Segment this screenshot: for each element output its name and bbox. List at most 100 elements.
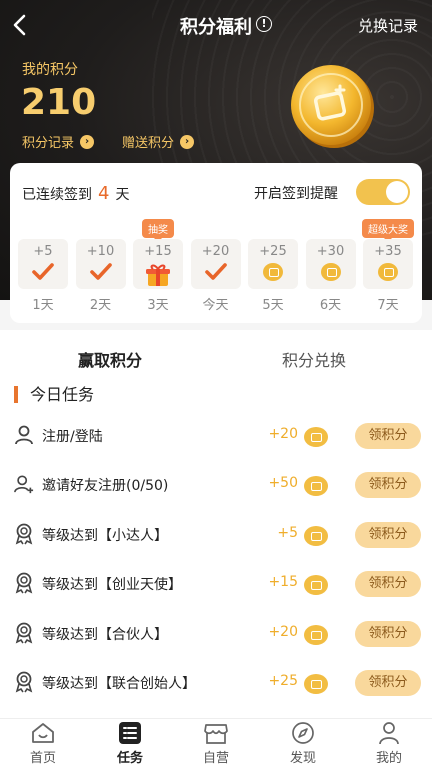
claim-points-button[interactable]: 领积分: [355, 521, 421, 548]
day-label: 3天: [147, 298, 169, 313]
sign-in-day[interactable]: 超级大奖 +35 7天: [362, 219, 414, 313]
claim-points-button[interactable]: 领积分: [355, 571, 421, 598]
task-name: 等级达到【合伙人】: [42, 626, 168, 643]
day-points: +20: [201, 244, 230, 259]
claim-points-button[interactable]: 领积分: [355, 423, 421, 449]
check-icon: [32, 263, 54, 280]
tasks-panel: 赢取积分 积分兑换 今日任务 注册/登陆 +20 领积分 邀请好友注册(0/50) +5…: [0, 330, 432, 718]
home-icon: [30, 721, 56, 745]
day-mark: [204, 263, 227, 285]
sign-in-card: 已连续签到 4 天 开启签到提醒 +5 1天 +10 2天 抽奖 +15 3天 +20 今天 +25 5…: [10, 163, 422, 323]
chevron-right-icon: ›: [180, 134, 195, 149]
tab-label: 发现: [289, 751, 316, 766]
task-points: +50: [268, 475, 298, 492]
day-label: 今天: [202, 298, 229, 313]
streak-suffix: 天: [115, 187, 130, 203]
sign-in-day[interactable]: 抽奖 +15 3天: [133, 219, 183, 313]
day-label: 6天: [319, 298, 342, 313]
add-user-icon: [14, 473, 34, 495]
tab-compass[interactable]: 发现: [273, 721, 333, 766]
task-name: 注册/登陆: [42, 429, 103, 445]
sign-in-day[interactable]: +5 1天: [18, 239, 68, 313]
task-row: 等级达到【小达人】 +5 领积分: [0, 515, 432, 555]
task-row: 等级达到【创业天使】 +15 领积分: [0, 564, 432, 604]
info-icon[interactable]: !: [256, 16, 272, 32]
task-name: 等级达到【小达人】: [42, 527, 168, 544]
day-box: +20: [190, 239, 241, 289]
points-records-label: 积分记录: [22, 136, 75, 151]
chevron-right-icon: ›: [80, 134, 95, 149]
sign-in-day[interactable]: +20 今天: [190, 239, 241, 313]
medal-icon: [14, 671, 34, 693]
toggle-knob: [386, 181, 408, 203]
day-mark: [263, 263, 283, 281]
day-box: +35: [363, 239, 413, 289]
sign-in-days: +5 1天 +10 2天 抽奖 +15 3天 +20 今天 +25 5天 +30 6天 超级大奖 +35 7天: [18, 219, 414, 319]
day-points: +25: [259, 244, 287, 259]
sign-in-day[interactable]: +10 2天: [75, 239, 126, 313]
profile-icon: [376, 721, 402, 745]
tab-label: 自营: [202, 751, 229, 766]
day-box: +30: [305, 239, 356, 289]
check-icon: [89, 263, 112, 280]
claim-points-button[interactable]: 领积分: [355, 620, 421, 647]
tab-store[interactable]: 自营: [186, 721, 246, 766]
claim-points-button[interactable]: 领积分: [355, 670, 421, 696]
nav-bar: 积分福利 ! 兑换记录: [0, 0, 432, 50]
day-label: 5天: [262, 298, 284, 313]
coin-icon: [304, 575, 328, 596]
medal-icon: [14, 622, 34, 644]
streak-text: 已连续签到 4 天: [22, 183, 129, 204]
task-points: +25: [268, 673, 298, 689]
day-box: +10: [75, 239, 126, 289]
points-records-link[interactable]: 积分记录 ›: [22, 132, 95, 151]
points-value: 210: [21, 82, 97, 123]
task-row: 等级达到【联合创始人】 +25 领积分: [0, 663, 432, 703]
medal-icon: [14, 572, 34, 594]
task-name: 等级达到【创业天使】: [42, 577, 182, 594]
tab-label: 我的: [375, 751, 402, 766]
gift-points-label: 赠送积分: [122, 136, 175, 151]
tab-label: 首页: [29, 751, 56, 766]
tab-earn-points[interactable]: 赢取积分: [73, 347, 147, 373]
store-icon: [203, 721, 229, 745]
tab-label: 任务: [116, 751, 143, 766]
day-mark: [89, 263, 112, 285]
task-name: 等级达到【联合创始人】: [42, 676, 196, 692]
points-label: 我的积分: [22, 62, 78, 78]
tab-profile[interactable]: 我的: [359, 721, 419, 766]
day-box: +25: [248, 239, 298, 289]
task-points: +20: [268, 426, 298, 442]
task-row: 邀请好友注册(0/50) +50 领积分: [0, 465, 432, 505]
claim-points-button[interactable]: 领积分: [355, 472, 421, 499]
gift-icon: [146, 264, 170, 286]
reminder-label: 开启签到提醒: [254, 186, 338, 202]
task-row: 等级达到【合伙人】 +20 领积分: [0, 614, 432, 654]
task-points: +15: [268, 574, 298, 591]
day-mark: [378, 263, 398, 281]
task-points: +20: [268, 623, 298, 640]
coin-icon: [304, 674, 328, 694]
gift-points-link[interactable]: 赠送积分 ›: [122, 132, 195, 151]
day-label: 2天: [89, 298, 112, 313]
day-points: +30: [316, 244, 345, 259]
section-title: 今日任务: [14, 386, 94, 403]
tab-points-exchange[interactable]: 积分兑换: [282, 347, 346, 371]
bottom-tab-bar: 首页 任务 自营 发现 我的: [0, 718, 432, 768]
coin-icon: [304, 525, 328, 546]
sign-in-day[interactable]: +30 6天: [305, 239, 356, 313]
day-points: +35: [374, 244, 402, 259]
coin-icon: [320, 263, 341, 281]
task-row: 注册/登陆 +20 领积分: [0, 416, 432, 456]
compass-icon: [290, 721, 316, 745]
exchange-records-link[interactable]: 兑换记录: [358, 15, 418, 36]
tab-home[interactable]: 首页: [13, 721, 73, 766]
day-mark: [320, 263, 341, 281]
gold-coin-icon: [291, 65, 374, 148]
reminder-toggle[interactable]: [356, 179, 410, 205]
sign-in-day[interactable]: +25 5天: [248, 239, 298, 313]
coin-icon: [304, 624, 328, 645]
tab-task-list[interactable]: 任务: [100, 721, 160, 766]
coin-icon: [304, 476, 328, 497]
streak-days: 4: [98, 183, 110, 204]
